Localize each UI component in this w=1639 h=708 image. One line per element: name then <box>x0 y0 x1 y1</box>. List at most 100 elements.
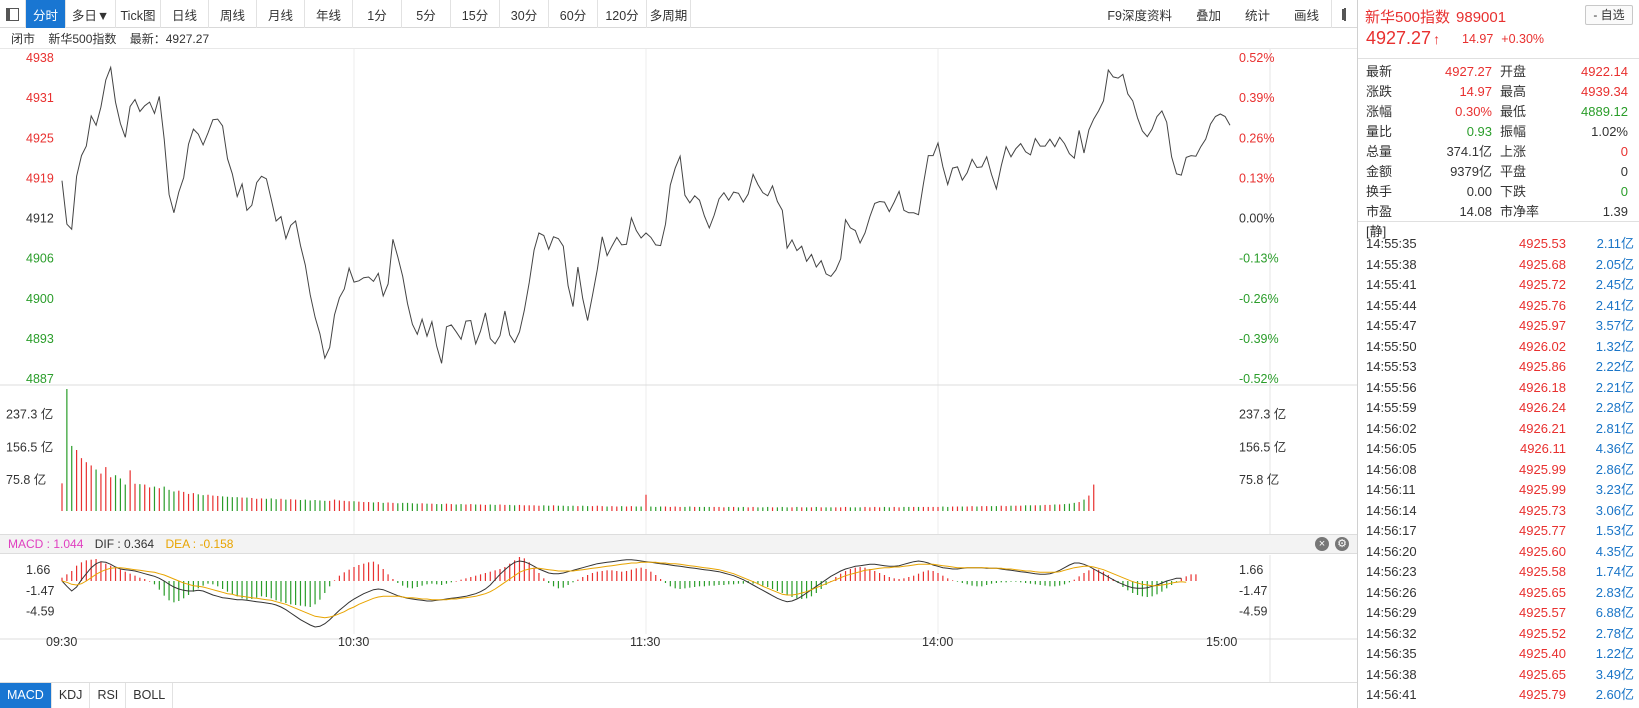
macd-bar <box>421 581 423 586</box>
close-icon[interactable]: × <box>1315 537 1329 551</box>
macd-bar <box>684 581 686 589</box>
tick-volume: 2.22亿 <box>1595 359 1634 374</box>
macd-bar <box>329 581 331 587</box>
macd-bar <box>981 581 983 587</box>
macd-bar <box>270 581 272 599</box>
tick-row: 14:56:35 4925.40 1.22亿 <box>1358 644 1639 665</box>
volume-bar <box>645 494 647 511</box>
macd-bar <box>324 581 326 593</box>
tab-boll[interactable]: BOLL <box>126 683 174 708</box>
time-tick-label: 14:00 <box>922 635 953 649</box>
index-name: 新华500指数 <box>48 32 117 46</box>
tab-yearly[interactable]: 年线 <box>305 0 353 28</box>
macd-bar <box>338 575 340 581</box>
tab-daily[interactable]: 日线 <box>161 0 209 28</box>
tab-rsi[interactable]: RSI <box>90 683 127 708</box>
volume-bar <box>922 506 924 511</box>
dea-value: DEA : -0.158 <box>165 537 234 551</box>
right-panel-toggle[interactable] <box>1331 0 1357 28</box>
volume-bar <box>441 504 443 511</box>
macd-bar <box>776 581 778 591</box>
quote-value: 14.08 <box>1459 204 1492 219</box>
tick-price: 4925.86 <box>1519 359 1566 374</box>
tab-multi-period[interactable]: 多周期 <box>647 0 691 28</box>
macd-bar <box>149 581 151 582</box>
tick-price: 4925.40 <box>1519 646 1566 661</box>
macd-bar <box>621 571 623 581</box>
tab-tick-chart[interactable]: Tick图 <box>116 0 161 28</box>
tab-monthly[interactable]: 月线 <box>257 0 305 28</box>
volume-bar <box>913 506 915 511</box>
macd-bar <box>129 573 131 581</box>
volume-bar <box>66 389 68 511</box>
tick-volume: 2.05亿 <box>1595 256 1634 272</box>
tick-row: 14:55:53 4925.86 2.22亿 <box>1358 357 1639 378</box>
tab-intraday[interactable]: 分时 <box>26 0 66 28</box>
macd-bar <box>95 559 97 581</box>
volume-bar <box>888 507 890 511</box>
macd-bar <box>1151 581 1153 597</box>
tab-5min[interactable]: 5分 <box>402 0 451 28</box>
volume-bar <box>596 505 598 511</box>
tab-macd[interactable]: MACD <box>0 683 52 708</box>
change-value: 14.97 <box>1462 32 1494 46</box>
macd-bar <box>664 581 667 583</box>
macd-bar <box>460 579 462 581</box>
tab-120min[interactable]: 120分 <box>598 0 647 28</box>
macd-tick-label: -4.59 <box>1239 605 1268 619</box>
macd-bar <box>937 573 939 581</box>
volume-bar <box>879 507 881 511</box>
volume-bar <box>966 506 968 511</box>
tab-1min[interactable]: 1分 <box>353 0 402 28</box>
tab-60min[interactable]: 60分 <box>549 0 598 28</box>
volume-bar <box>572 505 574 511</box>
volume-bar <box>192 493 194 511</box>
volume-bar <box>956 506 959 511</box>
macd-bar <box>874 571 876 581</box>
macd-bar <box>105 563 107 581</box>
macd-bar <box>1049 581 1051 587</box>
volume-bar <box>548 505 550 511</box>
tab-30min[interactable]: 30分 <box>500 0 549 28</box>
macd-bar <box>762 581 764 586</box>
quote-label: 量比 <box>1366 124 1393 139</box>
tab-15min[interactable]: 15分 <box>451 0 500 28</box>
add-watchlist-button[interactable]: - 自选 <box>1585 5 1633 25</box>
intraday-chart[interactable]: 4938 0.52% 4931 0.39% 4925 0.26% 4919 0.13% 4912… <box>0 49 1357 682</box>
overlay-button[interactable]: 叠加 <box>1184 0 1233 28</box>
statistics-button[interactable]: 统计 <box>1233 0 1282 28</box>
macd-bar <box>265 581 267 597</box>
volume-tick-label: 75.8 亿 <box>1239 472 1279 487</box>
tick-price: 4925.53 <box>1519 236 1566 251</box>
volume-bar <box>650 506 652 511</box>
tick-list[interactable]: 14:55:35 4925.53 2.11亿 14:55:38 4925.68 2.05亿… <box>1358 234 1639 706</box>
tick-time: 14:55:38 <box>1366 256 1417 272</box>
tab-weekly[interactable]: 周线 <box>209 0 257 28</box>
f9-deep-data-button[interactable]: F9深度资料 <box>1095 0 1184 28</box>
macd-bar <box>611 570 613 581</box>
macd-bar <box>212 581 214 585</box>
volume-bar <box>85 462 87 511</box>
macd-bar <box>625 571 628 581</box>
draw-line-button[interactable]: 画线 <box>1282 0 1331 28</box>
volume-bar <box>1078 502 1080 511</box>
volume-bar <box>139 484 141 511</box>
macd-bar <box>591 573 594 581</box>
macd-bar <box>913 575 915 581</box>
tick-time: 14:55:41 <box>1366 277 1417 292</box>
volume-bar <box>431 503 433 511</box>
tab-kdj[interactable]: KDJ <box>52 683 91 708</box>
tick-row: 14:55:38 4925.68 2.05亿 <box>1358 255 1639 276</box>
volume-bar <box>406 502 409 511</box>
tick-time: 14:55:47 <box>1366 318 1417 333</box>
gear-icon[interactable]: ⚙ <box>1335 537 1349 551</box>
tab-multi-day[interactable]: 多日▼ <box>66 0 116 28</box>
macd-bar <box>952 580 954 581</box>
tick-row: 14:55:47 4925.97 3.57亿 <box>1358 316 1639 337</box>
volume-bar <box>587 506 589 511</box>
volume-bar <box>95 469 97 511</box>
macd-bar <box>854 567 856 581</box>
quote-value: 14.97 <box>1459 84 1492 99</box>
volume-bar <box>168 489 170 511</box>
left-panel-toggle[interactable] <box>0 0 26 28</box>
